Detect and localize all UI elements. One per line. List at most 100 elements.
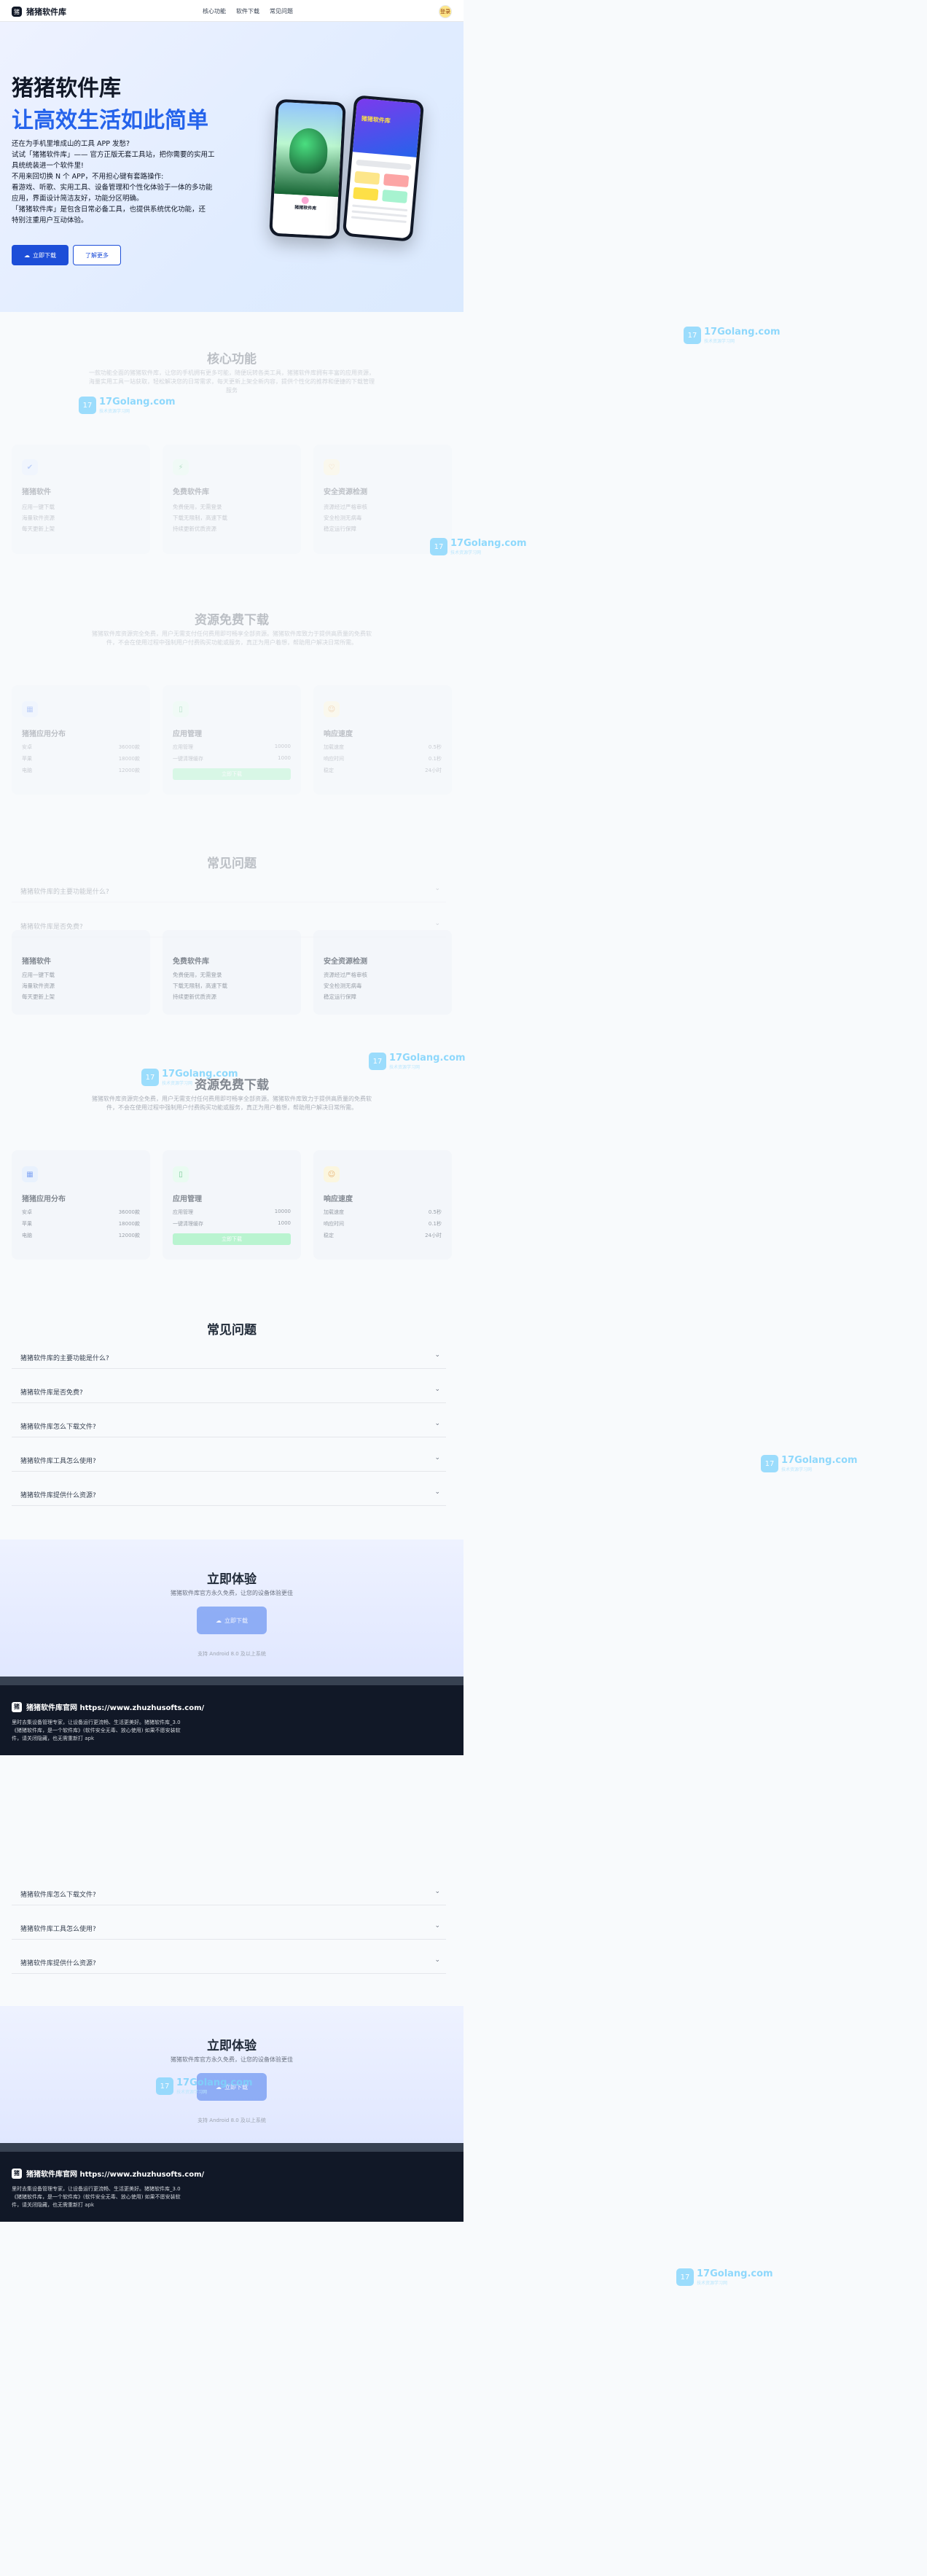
stat-value: 18000款 <box>118 756 140 762</box>
feature-card: 猪猪软件 应用一键下载 海量软件资源 每天更新上架 <box>12 930 150 1015</box>
feature-item: 下载无限制，高速下载 <box>173 515 227 521</box>
stat-label: 稳定 <box>324 768 334 773</box>
cta-download-button[interactable]: ☁ 立即下载 <box>197 1607 267 1634</box>
download-now-button[interactable]: ☁ 立即下载 <box>12 245 69 265</box>
phone-mockup-left: 猪猪软件库 <box>269 98 346 240</box>
avatar[interactable]: 登录 <box>439 5 452 18</box>
nav-link-features[interactable]: 核心功能 <box>203 7 226 15</box>
feature-item: 稳定运行保障 <box>324 994 356 1000</box>
footer-title[interactable]: 猪 猪猪软件库官网 https://www.zhuzhusofts.com/ <box>12 1701 204 1712</box>
watermark-text: 17Golang.com <box>99 397 176 407</box>
watermark-sub: 技术资源学习网 <box>99 409 130 414</box>
feature-item: 免费使用，无需登录 <box>173 972 222 978</box>
hero-title: 猪猪软件库 <box>12 76 121 101</box>
logo-icon: 猪 <box>12 2168 22 2179</box>
hero-intro-line: 特别注重用户互动体验。 <box>12 216 88 225</box>
feature-item: 持续更新优质资源 <box>173 994 216 1000</box>
faq-item[interactable]: 猪猪软件库怎么下载文件? ⌄ <box>12 1881 446 1905</box>
stat-value: 24小时 <box>425 1233 442 1238</box>
footer-description: 里时去集设备管理专家，让设备运行更流畅、生活更美好。猪猪软件库_3.0《猪猪软件… <box>12 2186 181 2208</box>
stat-label: 一键清理缓存 <box>173 1221 203 1227</box>
card-download-button[interactable]: 立即下载 <box>173 768 291 780</box>
faq-question: 猪猪软件库怎么下载文件? <box>20 1424 96 1431</box>
stat-card-title: 猪猪应用分布 <box>22 1195 66 1203</box>
cta-title: 立即体验 <box>207 1572 257 1587</box>
faq-item[interactable]: 猪猪软件库工具怎么使用? ⌄ <box>12 1915 446 1940</box>
stat-label: 苹果 <box>22 756 32 762</box>
faq-item[interactable]: 猪猪软件库的主要功能是什么? ⌄ <box>12 1344 446 1369</box>
faq-question: 猪猪软件库的主要功能是什么? <box>20 889 109 896</box>
learn-more-button[interactable]: 了解更多 <box>73 245 121 265</box>
hero-intro-line: 具统统装进一个软件里! <box>12 162 84 170</box>
stat-value: 0.1秒 <box>428 756 442 762</box>
watermark-logo-icon: 17 <box>369 1053 386 1070</box>
feature-item: 应用一键下载 <box>22 972 55 978</box>
download-icon: ☁ <box>24 251 30 259</box>
stat-row: 安卓 36000款 <box>22 1209 140 1216</box>
cta-description: 猪猪软件库官方永久免费，让您的设备体验更佳 <box>171 1590 293 1596</box>
feature-list: 免费使用，无需登录 下载无限制，高速下载 持续更新优质资源 <box>173 501 227 534</box>
feature-list: 应用一键下载 海量软件资源 每天更新上架 <box>22 969 55 1002</box>
stat-card-title: 猪猪应用分布 <box>22 730 66 738</box>
feature-list: 资源经过严格审核 安全检测无病毒 稳定运行保障 <box>324 501 367 534</box>
stat-value: 0.5秒 <box>428 744 442 750</box>
watermark: 17 17Golang.com 技术资源学习网 <box>761 1455 858 1472</box>
stat-value: 0.5秒 <box>428 1209 442 1215</box>
faq-item[interactable]: 猪猪软件库是否免费? ⌄ <box>12 1378 446 1403</box>
nav-links: 核心功能 软件下载 常见问题 <box>203 7 293 15</box>
watermark: 17 17Golang.com 技术资源学习网 <box>369 1053 466 1070</box>
stat-row: 一键清理缓存 1000 <box>173 755 291 762</box>
faq-item[interactable]: 猪猪软件库工具怎么使用? ⌄ <box>12 1447 446 1472</box>
footer: 猪 猪猪软件库官网 https://www.zhuzhusofts.com/ 里… <box>0 1677 464 1755</box>
chevron-down-icon: ⌄ <box>434 1386 440 1393</box>
brand[interactable]: 猪 猪猪软件库 <box>12 6 66 17</box>
nav-link-faq[interactable]: 常见问题 <box>270 7 293 15</box>
stat-card: ☺ 响应速度 加载速度 0.5秒 响应时间 0.1秒 稳定 24小时 <box>313 1150 452 1260</box>
feature-card: 安全资源检测 资源经过严格审核 安全检测无病毒 稳定运行保障 <box>313 930 452 1015</box>
logo-icon: 猪 <box>12 1701 22 1712</box>
feature-card-title: 安全资源检测 <box>324 488 367 496</box>
faq-title: 常见问题 <box>207 1323 257 1338</box>
phone-icon: ▯ <box>173 701 189 717</box>
feature-item: 每天更新上架 <box>22 526 55 532</box>
feature-card: ✔ 猪猪软件 应用一键下载 海量软件资源 每天更新上架 <box>12 445 150 554</box>
logo-icon: 猪 <box>12 7 22 17</box>
cta-note: 支持 Android 8.0 及以上系统 <box>197 2118 266 2123</box>
bolt-icon: ⚡ <box>173 459 189 475</box>
stat-label: 电脑 <box>22 768 32 773</box>
footer-description: 里时去集设备管理专家，让设备运行更流畅、生活更美好。猪猪软件库_3.0《猪猪软件… <box>12 1720 181 1741</box>
stat-row: 响应时间 0.1秒 <box>324 755 442 762</box>
stat-row: 稳定 24小时 <box>324 1232 442 1239</box>
hero-intro-line: 不用来回切换 N 个 APP，不用担心键有套路操作: <box>12 173 164 181</box>
faq-item[interactable]: 猪猪软件库的主要功能是什么? ⌄ <box>12 878 446 902</box>
stat-value: 12000款 <box>118 768 140 773</box>
feature-card: 免费软件库 免费使用，无需登录 下载无限制，高速下载 持续更新优质资源 <box>163 930 301 1015</box>
nav-link-download[interactable]: 软件下载 <box>236 7 259 15</box>
stat-row: 一键清理缓存 1000 <box>173 1220 291 1227</box>
faq-item[interactable]: 猪猪软件库提供什么资源? ⌄ <box>12 1949 446 1974</box>
feature-card: ⚡ 免费软件库 免费使用，无需登录 下载无限制，高速下载 持续更新优质资源 <box>163 445 301 554</box>
faq-item[interactable]: 猪猪软件库提供什么资源? ⌄ <box>12 1481 446 1506</box>
stat-label: 安卓 <box>22 744 32 750</box>
feature-list: 免费使用，无需登录 下载无限制，高速下载 持续更新优质资源 <box>173 969 227 1002</box>
app-search-bar <box>356 159 412 171</box>
watermark-text: 17Golang.com <box>704 327 781 337</box>
stat-value: 0.1秒 <box>428 1221 442 1227</box>
stat-label: 响应时间 <box>324 1221 344 1227</box>
watermark: 17 17Golang.com 技术资源学习网 <box>156 2077 253 2095</box>
feature-item: 应用一键下载 <box>22 504 55 510</box>
cta-note: 支持 Android 8.0 及以上系统 <box>197 1651 266 1657</box>
card-download-button[interactable]: 立即下载 <box>173 1233 291 1245</box>
stat-value: 10000 <box>274 1209 291 1214</box>
chevron-down-icon: ⌄ <box>434 1888 440 1895</box>
phone-mockup-right: 猪猪软件库 <box>342 95 425 242</box>
downloads-description: 猪猪软件库资源完全免费，用户无需支付任何费用即可畅享全部资源。猪猪软件库致力于提… <box>92 631 372 646</box>
watermark-sub: 技术资源学习网 <box>781 1467 813 1472</box>
stat-card-title: 响应速度 <box>324 1195 353 1203</box>
footer-title[interactable]: 猪 猪猪软件库官网 https://www.zhuzhusofts.com/ <box>12 2168 204 2179</box>
hero-intro-line: 应用，界面设计简洁友好，功能分区明确。 <box>12 195 144 203</box>
faq-item[interactable]: 猪猪软件库怎么下载文件? ⌄ <box>12 1413 446 1437</box>
stat-label: 稳定 <box>324 1233 334 1238</box>
faq-question: 猪猪软件库工具怎么使用? <box>20 1926 96 1933</box>
stat-row: 电脑 12000款 <box>22 767 140 774</box>
